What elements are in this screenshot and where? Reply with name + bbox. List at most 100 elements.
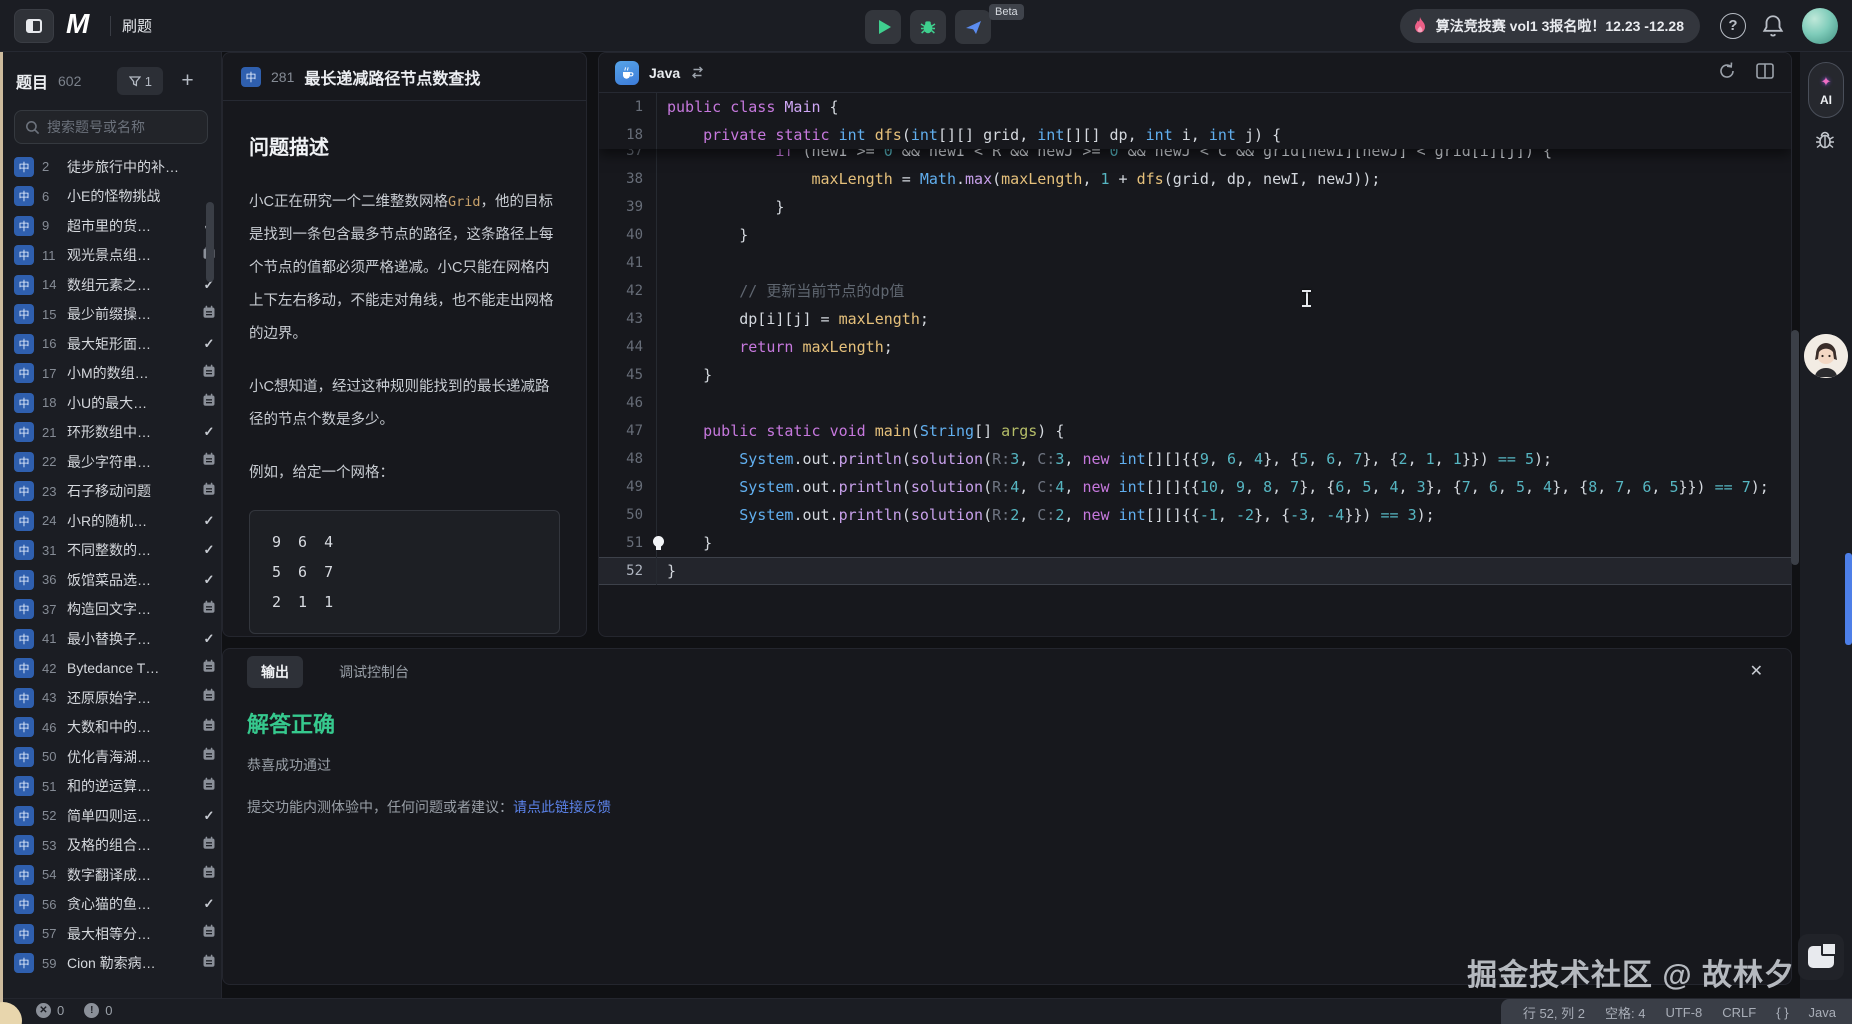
code-line-43[interactable]: 43 dp[i][j] = maxLength; bbox=[599, 305, 1791, 333]
status-item[interactable]: 行 52, 列 2 bbox=[1523, 1003, 1585, 1022]
problem-list-item[interactable]: 中36饭馆菜品选…✓ bbox=[0, 565, 222, 595]
contest-banner-text: 算法竞技赛 vol1 3报名啦！12.23 -12.28 bbox=[1436, 16, 1684, 36]
search-input[interactable] bbox=[47, 119, 197, 135]
sidebar-toggle-button[interactable] bbox=[14, 9, 54, 43]
feedback-link[interactable]: 请点此链接反馈 bbox=[513, 799, 611, 815]
difficulty-badge: 中 bbox=[14, 865, 34, 885]
problem-list-item[interactable]: 中50优化青海湖… bbox=[0, 742, 222, 772]
split-view-icon[interactable] bbox=[1755, 61, 1775, 81]
code-line-52[interactable]: 52} bbox=[599, 557, 1791, 585]
problem-list-item[interactable]: 中54数字翻译成… bbox=[0, 860, 222, 890]
output-tab-调试控制台[interactable]: 调试控制台 bbox=[325, 656, 423, 688]
blue-scrollbar[interactable] bbox=[1845, 553, 1852, 645]
problem-list-item[interactable]: 中17小M的数组… bbox=[0, 359, 222, 389]
nav-problems-label[interactable]: 刷题 bbox=[122, 15, 152, 36]
debug-button[interactable] bbox=[910, 10, 946, 44]
line-number: 46 bbox=[599, 395, 643, 411]
code-line-42[interactable]: 42 // 更新当前节点的dp值 bbox=[599, 277, 1791, 305]
problem-number: 24 bbox=[42, 513, 62, 528]
code-line-49[interactable]: 49 System.out.println(solution(R:4, C:4,… bbox=[599, 473, 1791, 501]
solved-check-icon: ✓ bbox=[204, 896, 215, 911]
note-icon bbox=[202, 659, 216, 673]
problem-list-item[interactable]: 中21环形数组中…✓ bbox=[0, 418, 222, 448]
code-line-45[interactable]: 45 } bbox=[599, 361, 1791, 389]
problem-list-item[interactable]: 中41最小替换子…✓ bbox=[0, 624, 222, 654]
problem-list-item[interactable]: 中52简单四则运…✓ bbox=[0, 801, 222, 831]
problem-list-item[interactable]: 中43还原原始字… bbox=[0, 683, 222, 713]
difficulty-badge: 中 bbox=[14, 570, 34, 590]
status-item[interactable]: Java bbox=[1809, 1005, 1836, 1020]
problem-list-item[interactable]: 中2徒步旅行中的补… bbox=[0, 152, 222, 182]
problem-list-item[interactable]: 中56贪心猫的鱼…✓ bbox=[0, 890, 222, 920]
problem-list-item[interactable]: 中18小U的最大… bbox=[0, 388, 222, 418]
close-icon[interactable]: ✕ bbox=[1750, 661, 1763, 681]
problem-list-item[interactable]: 中53及格的组合… bbox=[0, 831, 222, 861]
code-line-51[interactable]: 51 } bbox=[599, 529, 1791, 557]
problem-list-item[interactable]: 中9超市里的货…✓ bbox=[0, 211, 222, 241]
problem-list-item[interactable]: 中11观光景点组… bbox=[0, 241, 222, 271]
vertical-scrollbar[interactable] bbox=[1791, 330, 1799, 565]
code-line-38[interactable]: 38 maxLength = Math.max(maxLength, 1 + d… bbox=[599, 165, 1791, 193]
problem-panel: 中 281 最长递减路径节点数查找 问题描述 小C正在研究一个二维整数网格Gri… bbox=[222, 52, 587, 637]
add-button[interactable]: + bbox=[181, 71, 193, 91]
debug-sidebar-icon[interactable] bbox=[1813, 128, 1837, 152]
problem-list-item[interactable]: 中42Bytedance T… bbox=[0, 654, 222, 684]
difficulty-badge: 中 bbox=[14, 186, 34, 206]
code-line-48[interactable]: 48 System.out.println(solution(R:3, C:3,… bbox=[599, 445, 1791, 473]
user-avatar[interactable] bbox=[1802, 8, 1838, 44]
lightbulb-icon[interactable] bbox=[653, 536, 664, 547]
reset-code-icon[interactable] bbox=[1717, 61, 1737, 81]
run-group: Beta bbox=[865, 10, 991, 44]
output-tabbar: 输出调试控制台 ✕ bbox=[223, 649, 1791, 695]
contest-banner[interactable]: 算法竞技赛 vol1 3报名啦！12.23 -12.28 bbox=[1400, 9, 1700, 43]
search-box[interactable] bbox=[14, 110, 208, 144]
code-line-41[interactable]: 41 bbox=[599, 249, 1791, 277]
problem-list-item[interactable]: 中14数组元素之…✓ bbox=[0, 270, 222, 300]
problem-number: 37 bbox=[42, 602, 62, 617]
status-item[interactable]: UTF-8 bbox=[1665, 1005, 1702, 1020]
problem-list-item[interactable]: 中51和的逆运算… bbox=[0, 772, 222, 802]
code-line-50[interactable]: 50 System.out.println(solution(R:2, C:2,… bbox=[599, 501, 1791, 529]
status-item[interactable]: CRLF bbox=[1722, 1005, 1756, 1020]
problem-list-item[interactable]: 中37构造回文字… bbox=[0, 595, 222, 625]
code-line-47[interactable]: 47 public static void main(String[] args… bbox=[599, 417, 1791, 445]
switch-language-icon[interactable] bbox=[690, 66, 705, 79]
assistant-avatar[interactable] bbox=[1804, 334, 1848, 378]
problem-name: 和的逆运算… bbox=[67, 776, 196, 796]
run-button[interactable] bbox=[865, 10, 901, 44]
help-icon[interactable]: ? bbox=[1720, 13, 1746, 39]
problem-status bbox=[196, 482, 222, 501]
problem-list-item[interactable]: 中23石子移动问题 bbox=[0, 477, 222, 507]
status-item[interactable]: 空格: 4 bbox=[1605, 1003, 1645, 1022]
code-line-40[interactable]: 40 } bbox=[599, 221, 1791, 249]
sidebar-scrollbar[interactable] bbox=[206, 202, 214, 282]
problem-list-item[interactable]: 中57最大相等分… bbox=[0, 919, 222, 949]
filter-button[interactable]: 1 bbox=[117, 67, 163, 95]
problem-list-item[interactable]: 中15最少前缀操… bbox=[0, 300, 222, 330]
problem-count: 602 bbox=[58, 73, 81, 89]
problem-list-item[interactable]: 中46大数和中的… bbox=[0, 713, 222, 743]
submit-button[interactable] bbox=[955, 10, 991, 44]
difficulty-badge: 中 bbox=[14, 747, 34, 767]
ai-assistant-button[interactable]: ✦ AI bbox=[1808, 62, 1844, 118]
problem-list-item[interactable]: 中59Cion 勒索病… bbox=[0, 949, 222, 979]
code-line-46[interactable]: 46 bbox=[599, 389, 1791, 417]
problem-list-item[interactable]: 中22最少字符串… bbox=[0, 447, 222, 477]
pip-button[interactable] bbox=[1798, 934, 1844, 980]
output-tab-输出[interactable]: 输出 bbox=[247, 656, 303, 688]
code-line-44[interactable]: 44 return maxLength; bbox=[599, 333, 1791, 361]
problem-list-item[interactable]: 中16最大矩形面…✓ bbox=[0, 329, 222, 359]
bell-icon[interactable] bbox=[1760, 13, 1786, 39]
problems-counts[interactable]: ✕ 0 ! 0 bbox=[36, 1003, 112, 1018]
problem-list-item[interactable]: 中6小E的怪物挑战 bbox=[0, 182, 222, 212]
errors-icon: ✕ bbox=[36, 1003, 51, 1018]
problem-list-item[interactable]: 中24小R的随机…✓ bbox=[0, 506, 222, 536]
status-item[interactable]: { } bbox=[1776, 1005, 1788, 1020]
code-line-1[interactable]: 1public class Main { bbox=[599, 93, 1791, 121]
problem-name: 大数和中的… bbox=[67, 717, 196, 737]
code-line-18[interactable]: 18 private static int dfs(int[][] grid, … bbox=[599, 121, 1791, 149]
code-line-39[interactable]: 39 } bbox=[599, 193, 1791, 221]
problem-list-item[interactable]: 中31不同整数的…✓ bbox=[0, 536, 222, 566]
problem-number: 14 bbox=[42, 277, 62, 292]
code-editor[interactable]: 37 if (newI >= 0 && newI < R && newJ >= … bbox=[599, 93, 1791, 636]
